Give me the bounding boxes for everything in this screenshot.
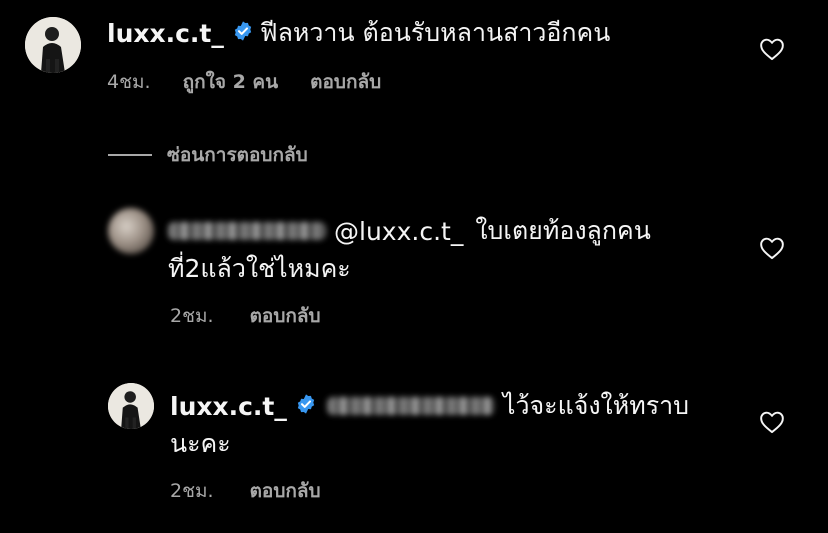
- heart-icon[interactable]: [759, 236, 785, 264]
- comment-text: ฟีลหวาน ต้อนรับหลานสาวอีกคน: [259, 18, 611, 47]
- username[interactable]: luxx.c.t_: [170, 392, 287, 421]
- avatar[interactable]: [108, 208, 154, 254]
- mention-link[interactable]: @luxx.c.t_: [334, 217, 463, 246]
- likes-count-link[interactable]: ถูกใจ 2 คน: [183, 67, 279, 97]
- comment-line: luxx.c.t_ ฟีลหวาน ต้อนรับหลานสาวอีกคน: [107, 16, 610, 50]
- comment-text: ไว้จะแจ้งให้ทราบ: [502, 391, 690, 420]
- heart-icon[interactable]: [759, 37, 785, 65]
- comment-text: ใบเตยท้องลูกคน: [475, 216, 651, 245]
- comment-meta: 2ชม. ตอบกลับ: [170, 476, 321, 506]
- hide-replies-toggle[interactable]: ซ่อนการตอบกลับ: [108, 140, 308, 170]
- reply-button[interactable]: ตอบกลับ: [250, 301, 321, 331]
- comment-meta: 4ชม. ถูกใจ 2 คน ตอบกลับ: [107, 67, 381, 97]
- comment-text-cont: ที่2แล้วใช่ไหมคะ: [168, 254, 351, 283]
- heart-icon[interactable]: [759, 410, 785, 438]
- username-redacted[interactable]: [168, 222, 326, 240]
- timestamp: 4ชม.: [107, 71, 151, 93]
- username[interactable]: luxx.c.t_: [107, 19, 224, 48]
- timestamp: 2ชม.: [170, 305, 214, 327]
- timestamp: 2ชม.: [170, 480, 214, 502]
- comment-meta: 2ชม. ตอบกลับ: [170, 301, 321, 331]
- mention-redacted[interactable]: [326, 397, 495, 415]
- avatar[interactable]: [25, 17, 81, 73]
- comment-text-cont: นะคะ: [170, 429, 231, 458]
- reply-button[interactable]: ตอบกลับ: [310, 67, 381, 97]
- avatar[interactable]: [108, 383, 154, 429]
- reply-line-2: luxx.c.t_ ไว้จะแจ้งให้ทราบ: [170, 389, 689, 423]
- verified-badge-icon: [295, 393, 317, 419]
- reply-button[interactable]: ตอบกลับ: [250, 476, 321, 506]
- divider-line: [108, 154, 152, 156]
- reply-line-1: @luxx.c.t_ ใบเตยท้องลูกคน: [168, 214, 651, 248]
- hide-replies-label[interactable]: ซ่อนการตอบกลับ: [167, 140, 308, 170]
- verified-badge-icon: [232, 20, 254, 46]
